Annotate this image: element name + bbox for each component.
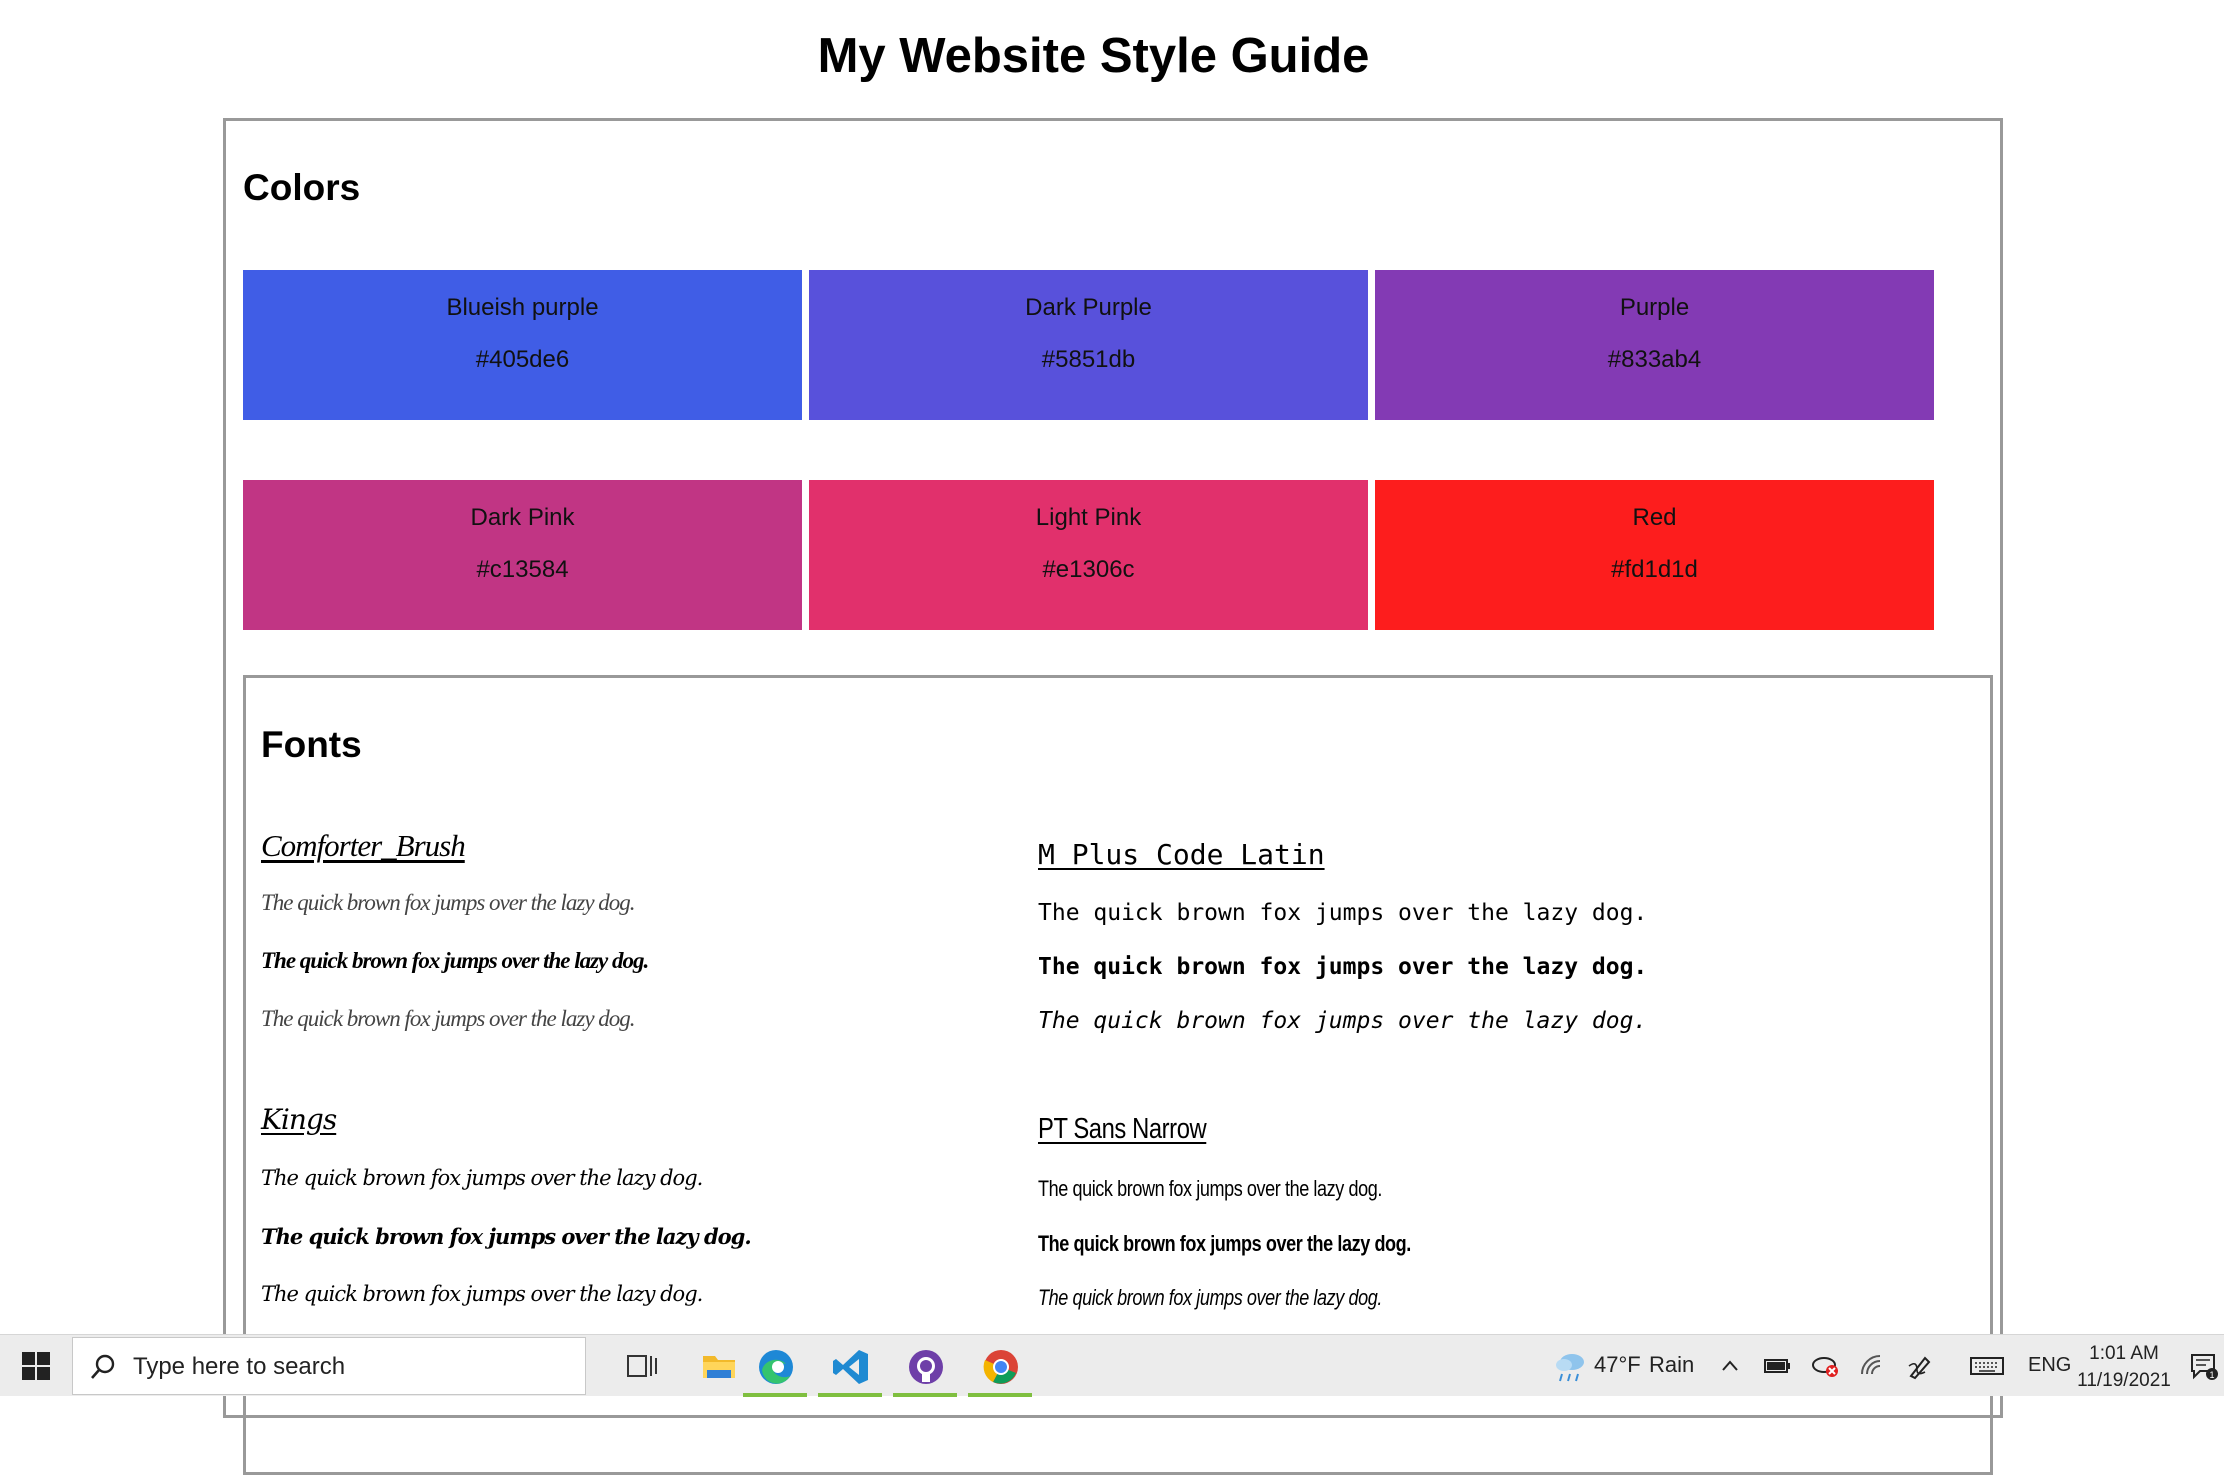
notification-center-button[interactable]: 1: [2190, 1352, 2218, 1380]
colors-heading: Colors: [243, 167, 361, 208]
swatch-name: Light Pink: [1035, 504, 1142, 531]
vscode-icon: [833, 1350, 868, 1384]
chrome-button[interactable]: [964, 1335, 1036, 1397]
task-view-button[interactable]: [606, 1335, 678, 1397]
swatch-purple: Purple #833ab4: [1375, 270, 1934, 420]
chrome-icon: [983, 1350, 1018, 1384]
font-sample-regular: The quick brown fox jumps over the lazy …: [261, 1166, 703, 1190]
onedrive-error-icon[interactable]: [1810, 1352, 1840, 1380]
input-language[interactable]: ENG: [2028, 1354, 2071, 1377]
chevron-up-icon[interactable]: [1715, 1352, 1745, 1380]
weather-temperature[interactable]: 47°F: [1594, 1352, 1641, 1378]
fonts-heading: Fonts: [261, 724, 362, 765]
page-title: My Website Style Guide: [817, 29, 1370, 83]
file-explorer-icon: [703, 1356, 735, 1378]
style-guide-container: Colors Blueish purple #405de6 Dark Purpl…: [223, 118, 2003, 1475]
swatch-name: Red: [1632, 504, 1677, 531]
swatch-red: Red #fd1d1d: [1375, 480, 1934, 630]
font-sample-bold: The quick brown fox jumps over the lazy …: [261, 948, 649, 973]
font-name: PT Sans Narrow: [1038, 1113, 1207, 1145]
clock-time: 1:01 AM: [2089, 1343, 2159, 1364]
taskbar-search-box[interactable]: Type here to search: [72, 1337, 586, 1395]
swatch-hex: #5851db: [1041, 346, 1136, 373]
font-sample-regular: The quick brown fox jumps over the lazy …: [1038, 1176, 1382, 1201]
swatch-hex: #e1306c: [1042, 556, 1135, 583]
font-name: Comforter_Brush: [261, 828, 466, 863]
font-sample-italic: The quick brown fox jumps over the lazy …: [1038, 1008, 1648, 1034]
swatch-hex: #c13584: [476, 556, 569, 583]
font-sample-regular: The quick brown fox jumps over the lazy …: [261, 890, 636, 915]
edge-icon: [759, 1350, 793, 1384]
swatch-name: Blueish purple: [446, 294, 599, 321]
notification-count: 1: [2209, 1370, 2214, 1380]
search-placeholder: Type here to search: [133, 1353, 346, 1380]
clock-date: 11/19/2021: [2077, 1370, 2171, 1391]
github-desktop-icon: [909, 1350, 943, 1384]
swatch-hex: #833ab4: [1607, 346, 1702, 373]
font-sample-italic: The quick brown fox jumps over the lazy …: [261, 1006, 636, 1031]
search-icon: [91, 1354, 115, 1379]
swatch-blueish-purple: Blueish purple #405de6: [243, 270, 802, 420]
swatch-name: Dark Pink: [470, 504, 575, 531]
wifi-icon[interactable]: [1858, 1352, 1888, 1380]
swatch-light-pink: Light Pink #e1306c: [809, 480, 1368, 630]
font-name: Kings: [261, 1103, 337, 1136]
weather-rain-icon[interactable]: [1552, 1348, 1588, 1384]
font-sample-bold: The quick brown fox jumps over the lazy …: [1038, 954, 1648, 980]
notification-icon: 1: [2191, 1354, 2218, 1380]
github-desktop-button[interactable]: [889, 1335, 961, 1397]
font-sample-italic: The quick brown fox jumps over the lazy …: [261, 1282, 703, 1306]
edge-button[interactable]: [739, 1335, 811, 1397]
keyboard-icon[interactable]: [1969, 1352, 2005, 1380]
task-view-icon: [627, 1355, 657, 1377]
font-sample-bold: The quick brown fox jumps over the lazy …: [1038, 1231, 1411, 1256]
weather-condition[interactable]: Rain: [1649, 1352, 1694, 1378]
font-sample-regular: The quick brown fox jumps over the lazy …: [1038, 900, 1648, 926]
vscode-button[interactable]: [814, 1335, 886, 1397]
swatch-hex: #fd1d1d: [1611, 556, 1698, 583]
windows-start-button[interactable]: [12, 1348, 62, 1384]
swatch-dark-purple: Dark Purple #5851db: [809, 270, 1368, 420]
swatch-dark-pink: Dark Pink #c13584: [243, 480, 802, 630]
swatch-name: Dark Purple: [1025, 294, 1152, 321]
font-sample-bold: The quick brown fox jumps over the lazy …: [261, 1224, 752, 1249]
windows-logo-icon: [22, 1352, 50, 1380]
battery-icon[interactable]: [1762, 1352, 1792, 1380]
font-sample-italic: The quick brown fox jumps over the lazy …: [1038, 1285, 1382, 1310]
swatch-hex: #405de6: [475, 346, 570, 373]
swatch-name: Purple: [1619, 294, 1690, 321]
font-name: M Plus Code Latin: [1038, 838, 1325, 871]
clock[interactable]: 1:01 AM 11/19/2021: [2076, 1340, 2172, 1394]
taskbar: Type here to search 47°F Rain ENG 1:01 A…: [0, 1334, 2224, 1397]
pen-icon[interactable]: [1905, 1352, 1935, 1380]
